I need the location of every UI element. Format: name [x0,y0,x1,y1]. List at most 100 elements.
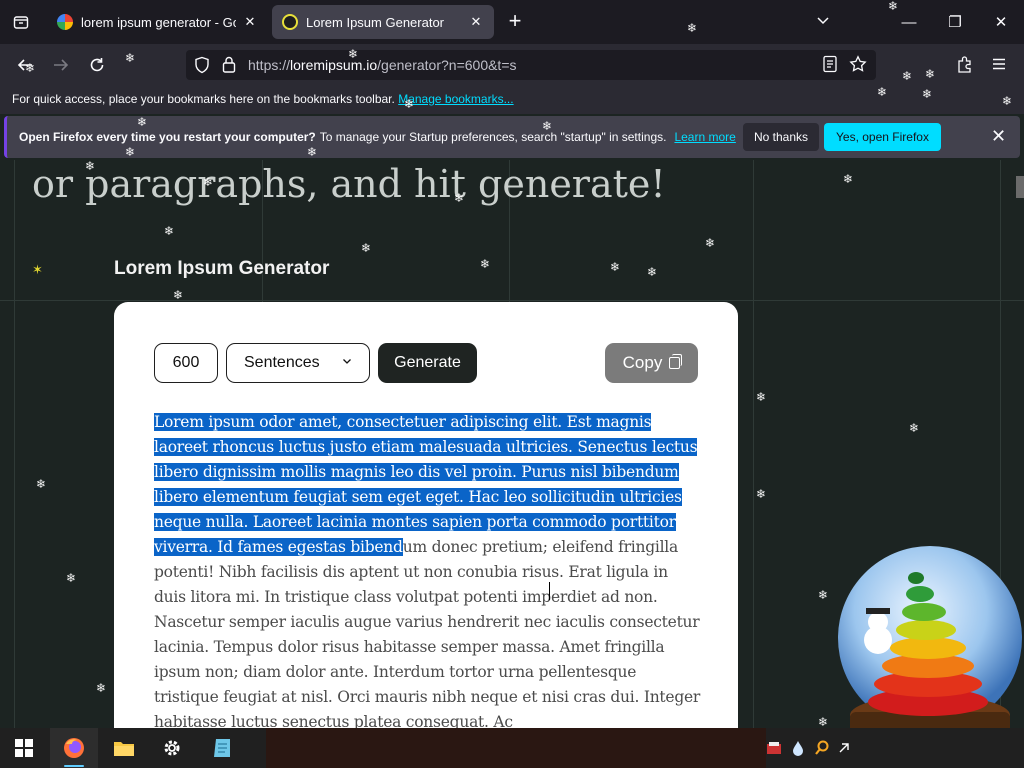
url-text: https://loremipsum.io/generator?n=600&t=… [248,57,517,73]
snowflake-icon: ❄ [687,21,698,35]
notepad-icon [214,739,230,757]
close-window-button[interactable]: ✕ [978,0,1024,44]
grid-line [14,160,15,728]
hamburger-menu-icon[interactable] [991,56,1007,77]
snowflake-icon: ❄ [122,429,133,443]
reload-icon [90,58,104,72]
gear-icon [164,740,180,756]
start-button[interactable] [0,728,48,768]
tray-droplet-icon[interactable] [786,728,810,768]
generated-text-output[interactable]: Lorem ipsum odor amet, consectetuer adip… [154,410,702,728]
generator-card: 600 Sentences Generate Copy Lorem ipsum … [114,302,738,728]
reload-button[interactable] [82,50,112,80]
snowflake-icon: ❄ [909,421,920,435]
snowflake-icon: ❄ [647,265,658,279]
lock-icon[interactable] [222,56,236,78]
snowflake-icon: ❄ [66,571,77,585]
firefox-icon [64,738,84,758]
tray-search-icon[interactable] [810,728,834,768]
bookmarks-toolbar: For quick access, place your bookmarks h… [0,86,1024,114]
copy-button[interactable]: Copy [605,343,698,383]
folder-icon [114,742,134,756]
snowflake-icon: ❄ [85,159,96,173]
yes-open-firefox-button[interactable]: Yes, open Firefox [824,123,941,151]
hero-text: or paragraphs, and hit generate! [32,162,666,206]
chevron-down-icon [341,355,353,370]
unit-select[interactable]: Sentences [226,343,370,383]
close-notification-icon[interactable]: ✕ [991,126,1006,147]
snowflake-icon: ❄ [164,224,175,238]
generate-button[interactable]: Generate [378,343,477,383]
snowflake-icon: ❄ [173,288,184,302]
forward-arrow-icon [54,59,69,71]
reader-view-icon[interactable] [822,55,838,78]
windows-taskbar [0,728,1024,768]
snowflake-icon: ❄ [818,588,829,602]
snowflake-icon: ❄ [36,477,47,491]
tab-strip: lorem ipsum generator - Google ✕ Lorem I… [0,0,1024,44]
snowflake-icon: ❄ [125,51,136,65]
close-tab-icon[interactable]: ✕ [468,14,484,30]
url-path: /generator?n=600&t=s [377,57,517,73]
snowflake-icon: ❄ [756,390,767,404]
notification-text: To manage your Startup preferences, sear… [319,130,667,144]
bookmark-star-icon[interactable] [849,55,867,78]
list-all-tabs-button[interactable] [0,0,42,44]
site-icon [282,14,298,30]
tab-title: lorem ipsum generator - Google [81,14,236,30]
extensions-icon[interactable] [956,55,974,78]
snowflake-icon: ❄ [877,85,888,99]
unit-select-value: Sentences [244,354,320,371]
shield-icon[interactable] [194,56,210,79]
forward-button[interactable] [46,50,76,80]
url-scheme: https:// [248,57,291,73]
tab-lorem-ipsum[interactable]: Lorem Ipsum Generator ✕ [272,5,494,39]
count-input[interactable]: 600 [154,343,218,383]
taskbar-firefox[interactable] [50,728,98,768]
snowflake-icon: ❄ [925,67,936,81]
expand-arrow-icon [839,743,849,753]
notification-title: Open Firefox every time you restart your… [19,130,316,144]
taskbar-settings[interactable] [148,728,196,768]
google-icon [57,14,73,30]
copy-icon [669,354,683,369]
snowflake-icon: ❄ [25,61,36,75]
tab-title: Lorem Ipsum Generator [306,14,445,30]
snowflake-icon: ❄ [125,145,136,159]
default-browser-notification: Open Firefox every time you restart your… [4,116,1020,158]
grid-line [753,160,754,728]
snowflake-icon: ❄ [705,236,716,250]
windows-logo-icon [15,739,33,757]
tab-google-search[interactable]: lorem ipsum generator - Google ✕ [47,5,268,39]
copy-button-label: Copy [622,353,663,372]
tray-app-icon[interactable] [762,728,786,768]
snowflake-icon: ❄ [348,47,359,61]
close-tab-icon[interactable]: ✕ [242,14,258,30]
chevron-down-icon[interactable] [815,12,831,33]
snowflake-icon: ❄ [818,715,829,729]
taskbar-notepad[interactable] [198,728,246,768]
scrollbar-thumb[interactable] [1016,176,1024,198]
snowflake-icon: ❄ [361,241,372,255]
tray-app-icon-glyph [767,742,781,754]
page-viewport: or paragraphs, and hit generate! ✶ Lorem… [0,160,1024,728]
snowflake-icon: ❄ [307,145,318,159]
snowflake-icon: ❄ [1002,94,1013,108]
manage-bookmarks-link[interactable]: Manage bookmarks... [398,92,513,106]
taskbar-file-explorer[interactable] [100,728,148,768]
section-title: Lorem Ipsum Generator [114,258,330,279]
bookmarks-hint: For quick access, place your bookmarks h… [12,92,395,106]
taskbar-wallpaper [266,728,766,768]
no-thanks-button[interactable]: No thanks [743,123,820,151]
sparkle-icon: ✶ [32,262,43,277]
tray-arrow-icon[interactable] [832,728,856,768]
snowflake-icon: ❄ [610,260,621,274]
restore-button[interactable]: ❐ [932,0,978,44]
learn-more-link[interactable]: Learn more [674,130,735,144]
snowflake-icon: ❄ [843,172,854,186]
text-cursor-icon [549,582,550,600]
snowflake-icon: ❄ [203,175,214,189]
grid-line [1000,160,1001,728]
new-tab-button[interactable]: + [503,10,527,34]
selected-text: Lorem ipsum odor amet, consectetuer adip… [154,413,698,556]
